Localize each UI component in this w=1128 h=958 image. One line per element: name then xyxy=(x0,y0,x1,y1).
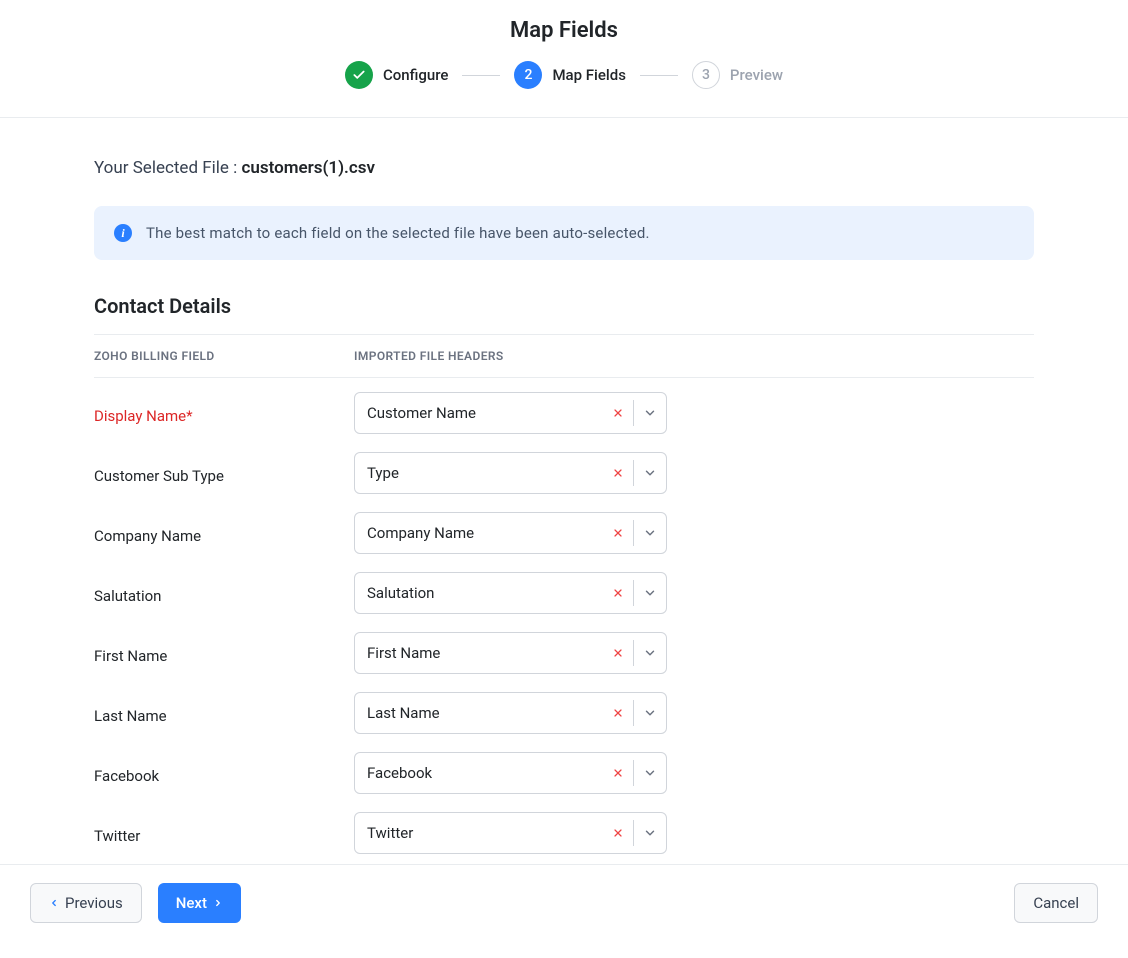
chevron-down-icon[interactable] xyxy=(634,526,666,540)
step-map-fields[interactable]: 2 Map Fields xyxy=(514,61,625,89)
field-label: Company Name xyxy=(94,521,354,545)
chevron-down-icon[interactable] xyxy=(634,826,666,840)
field-row: Company NameCompany Name xyxy=(94,498,1034,558)
field-row: Display Name*Customer Name xyxy=(94,378,1034,438)
info-text: The best match to each field on the sele… xyxy=(146,224,650,242)
clear-icon[interactable] xyxy=(603,587,633,599)
select-value: Salutation xyxy=(355,584,603,602)
field-mapping-table: ZOHO BILLING FIELD IMPORTED FILE HEADERS… xyxy=(94,334,1034,858)
table-header: ZOHO BILLING FIELD IMPORTED FILE HEADERS xyxy=(94,334,1034,378)
chevron-left-icon xyxy=(49,897,59,909)
field-label: Customer Sub Type xyxy=(94,461,354,485)
clear-icon[interactable] xyxy=(603,527,633,539)
chevron-down-icon[interactable] xyxy=(634,766,666,780)
step-number-icon: 2 xyxy=(514,61,542,89)
field-row: First NameFirst Name xyxy=(94,618,1034,678)
step-label: Map Fields xyxy=(552,66,625,84)
header-select[interactable]: Company Name xyxy=(354,512,667,554)
header-select[interactable]: Customer Name xyxy=(354,392,667,434)
header-select[interactable]: Type xyxy=(354,452,667,494)
info-banner: i The best match to each field on the se… xyxy=(94,206,1034,260)
clear-icon[interactable] xyxy=(603,827,633,839)
header-select[interactable]: Last Name xyxy=(354,692,667,734)
select-box[interactable]: Last Name xyxy=(354,692,667,734)
content: Your Selected File : customers(1).csv i … xyxy=(64,118,1064,958)
select-value: Last Name xyxy=(355,704,603,722)
field-label: Display Name* xyxy=(94,401,354,425)
field-row: TwitterTwitter xyxy=(94,798,1034,858)
field-row: FacebookFacebook xyxy=(94,738,1034,798)
step-connector xyxy=(462,75,500,76)
cancel-button[interactable]: Cancel xyxy=(1014,883,1098,923)
field-row: SalutationSalutation xyxy=(94,558,1034,618)
field-label: Salutation xyxy=(94,581,354,605)
selected-file-name: customers(1).csv xyxy=(241,158,375,178)
chevron-down-icon[interactable] xyxy=(634,586,666,600)
step-connector xyxy=(640,75,678,76)
select-box[interactable]: Type xyxy=(354,452,667,494)
field-label: First Name xyxy=(94,641,354,665)
select-value: Company Name xyxy=(355,524,603,542)
select-box[interactable]: Facebook xyxy=(354,752,667,794)
page-title: Map Fields xyxy=(0,18,1128,43)
chevron-down-icon[interactable] xyxy=(634,466,666,480)
clear-icon[interactable] xyxy=(603,707,633,719)
header-select[interactable]: Facebook xyxy=(354,752,667,794)
wizard-header: Map Fields Configure 2 Map Fields 3 Prev… xyxy=(0,0,1128,118)
cancel-button-label: Cancel xyxy=(1033,894,1079,912)
clear-icon[interactable] xyxy=(603,767,633,779)
select-value: Facebook xyxy=(355,764,603,782)
section-title: Contact Details xyxy=(94,294,1034,318)
header-select[interactable]: Salutation xyxy=(354,572,667,614)
select-box[interactable]: Twitter xyxy=(354,812,667,854)
select-value: First Name xyxy=(355,644,603,662)
select-box[interactable]: Salutation xyxy=(354,572,667,614)
field-row: Customer Sub TypeType xyxy=(94,438,1034,498)
stepper: Configure 2 Map Fields 3 Preview xyxy=(0,61,1128,107)
next-button[interactable]: Next xyxy=(158,883,241,923)
header-select[interactable]: Twitter xyxy=(354,812,667,854)
previous-button[interactable]: Previous xyxy=(30,883,142,923)
column-header-imported: IMPORTED FILE HEADERS xyxy=(354,349,1034,363)
column-header-field: ZOHO BILLING FIELD xyxy=(94,349,354,363)
check-icon xyxy=(345,61,373,89)
footer-bar: Previous Next Cancel xyxy=(0,864,1128,941)
field-label: Facebook xyxy=(94,761,354,785)
selected-file-prefix: Your Selected File : xyxy=(94,158,241,178)
previous-button-label: Previous xyxy=(65,894,123,912)
step-configure[interactable]: Configure xyxy=(345,61,448,89)
next-button-label: Next xyxy=(176,894,207,912)
step-label: Configure xyxy=(383,66,448,84)
chevron-down-icon[interactable] xyxy=(634,706,666,720)
clear-icon[interactable] xyxy=(603,647,633,659)
clear-icon[interactable] xyxy=(603,407,633,419)
select-box[interactable]: First Name xyxy=(354,632,667,674)
clear-icon[interactable] xyxy=(603,467,633,479)
field-label: Twitter xyxy=(94,821,354,845)
chevron-right-icon xyxy=(213,897,223,909)
step-number-icon: 3 xyxy=(692,61,720,89)
field-label: Last Name xyxy=(94,701,354,725)
selected-file-line: Your Selected File : customers(1).csv xyxy=(94,158,1034,178)
select-box[interactable]: Company Name xyxy=(354,512,667,554)
info-icon: i xyxy=(114,224,132,242)
step-preview[interactable]: 3 Preview xyxy=(692,61,783,89)
select-value: Twitter xyxy=(355,824,603,842)
header-select[interactable]: First Name xyxy=(354,632,667,674)
chevron-down-icon[interactable] xyxy=(634,406,666,420)
select-value: Customer Name xyxy=(355,404,603,422)
chevron-down-icon[interactable] xyxy=(634,646,666,660)
select-box[interactable]: Customer Name xyxy=(354,392,667,434)
select-value: Type xyxy=(355,464,603,482)
step-label: Preview xyxy=(730,66,783,84)
field-row: Last NameLast Name xyxy=(94,678,1034,738)
